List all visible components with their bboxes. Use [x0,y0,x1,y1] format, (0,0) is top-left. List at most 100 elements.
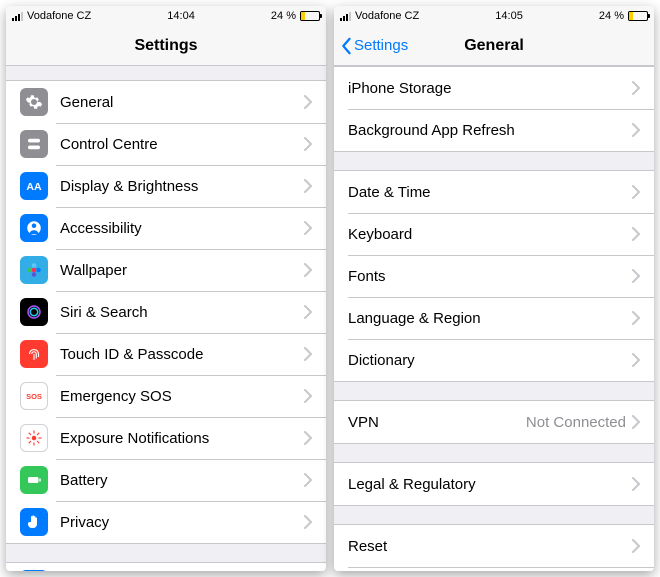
row-keyboard[interactable]: Keyboard [334,213,654,255]
chevron-right-icon [632,539,640,553]
row-label: Dictionary [348,352,632,369]
row-value: Not Connected [526,414,626,431]
chevron-right-icon [304,95,312,109]
row-shut-down[interactable]: Shut Down [334,567,654,571]
row-general[interactable]: General [6,81,326,123]
battery-icon [300,11,320,21]
flower-icon [20,256,48,284]
aa-icon: AA [20,172,48,200]
row-label: Privacy [60,514,304,531]
svg-text:SOS: SOS [26,392,42,401]
back-label: Settings [354,37,408,54]
hand-icon [20,508,48,536]
toggles-icon [20,130,48,158]
general-screen: Vodafone CZ 14:05 24 % Settings General … [334,6,654,571]
row-touchid-passcode[interactable]: Touch ID & Passcode [6,333,326,375]
chevron-right-icon [632,123,640,137]
row-language-region[interactable]: Language & Region [334,297,654,339]
row-iphone-storage[interactable]: iPhone Storage [334,67,654,109]
settings-screen: Vodafone CZ 14:04 24 % Settings General C… [6,6,326,571]
row-itunes-appstore[interactable]: iTunes & App Store [6,563,326,571]
row-privacy[interactable]: Privacy [6,501,326,543]
chevron-right-icon [304,263,312,277]
appstore-icon [20,570,48,571]
chevron-right-icon [632,185,640,199]
chevron-right-icon [632,477,640,491]
row-label: Wallpaper [60,262,304,279]
row-label: Keyboard [348,226,632,243]
row-dictionary[interactable]: Dictionary [334,339,654,381]
battery-icon [20,466,48,494]
svg-text:AA: AA [26,181,42,193]
row-label: Display & Brightness [60,178,304,195]
chevron-right-icon [304,305,312,319]
row-label: Language & Region [348,310,632,327]
page-title: General [464,37,524,55]
exposure-icon [20,424,48,452]
battery-percent: 24 % [599,10,624,22]
row-siri-search[interactable]: Siri & Search [6,291,326,333]
row-vpn[interactable]: VPNNot Connected [334,401,654,443]
chevron-right-icon [304,137,312,151]
chevron-right-icon [304,347,312,361]
battery-icon [628,11,648,21]
clock: 14:05 [495,10,523,22]
row-legal-regulatory[interactable]: Legal & Regulatory [334,463,654,505]
row-label: Background App Refresh [348,122,632,139]
chevron-right-icon [304,515,312,529]
row-label: Siri & Search [60,304,304,321]
nav-bar: Settings General [334,26,654,66]
chevron-right-icon [304,473,312,487]
row-label: VPN [348,414,526,431]
chevron-right-icon [632,415,640,429]
row-battery[interactable]: Battery [6,459,326,501]
row-label: iPhone Storage [348,80,632,97]
settings-list[interactable]: General Control Centre AA Display & Brightn… [6,66,326,571]
status-bar: Vodafone CZ 14:05 24 % [334,6,654,26]
row-label: Fonts [348,268,632,285]
row-reset[interactable]: Reset [334,525,654,567]
chevron-right-icon [304,431,312,445]
chevron-right-icon [304,221,312,235]
carrier-label: Vodafone CZ [355,10,419,22]
row-label: Legal & Regulatory [348,476,632,493]
nav-bar: Settings [6,26,326,66]
row-control-centre[interactable]: Control Centre [6,123,326,165]
chevron-left-icon [340,37,352,55]
row-fonts[interactable]: Fonts [334,255,654,297]
row-label: Emergency SOS [60,388,304,405]
row-label: Accessibility [60,220,304,237]
row-label: Reset [348,538,632,555]
general-list[interactable]: iPhone Storage Background App Refresh Date… [334,66,654,571]
row-label: Touch ID & Passcode [60,346,304,363]
row-wallpaper[interactable]: Wallpaper [6,249,326,291]
chevron-right-icon [632,81,640,95]
back-button[interactable]: Settings [340,37,408,55]
signal-icon [12,11,23,21]
person-icon [20,214,48,242]
fingerprint-icon [20,340,48,368]
status-bar: Vodafone CZ 14:04 24 % [6,6,326,26]
page-title: Settings [134,37,197,55]
siri-icon [20,298,48,326]
row-label: Battery [60,472,304,489]
sos-icon: SOS [20,382,48,410]
row-display-brightness[interactable]: AA Display & Brightness [6,165,326,207]
row-exposure-notifications[interactable]: Exposure Notifications [6,417,326,459]
clock: 14:04 [167,10,195,22]
chevron-right-icon [632,311,640,325]
gear-icon [20,88,48,116]
row-emergency-sos[interactable]: SOS Emergency SOS [6,375,326,417]
carrier-label: Vodafone CZ [27,10,91,22]
row-background-app-refresh[interactable]: Background App Refresh [334,109,654,151]
chevron-right-icon [304,179,312,193]
row-accessibility[interactable]: Accessibility [6,207,326,249]
chevron-right-icon [632,269,640,283]
battery-percent: 24 % [271,10,296,22]
chevron-right-icon [632,353,640,367]
chevron-right-icon [304,389,312,403]
row-label: Exposure Notifications [60,430,304,447]
row-date-time[interactable]: Date & Time [334,171,654,213]
row-label: General [60,94,304,111]
row-label: Date & Time [348,184,632,201]
